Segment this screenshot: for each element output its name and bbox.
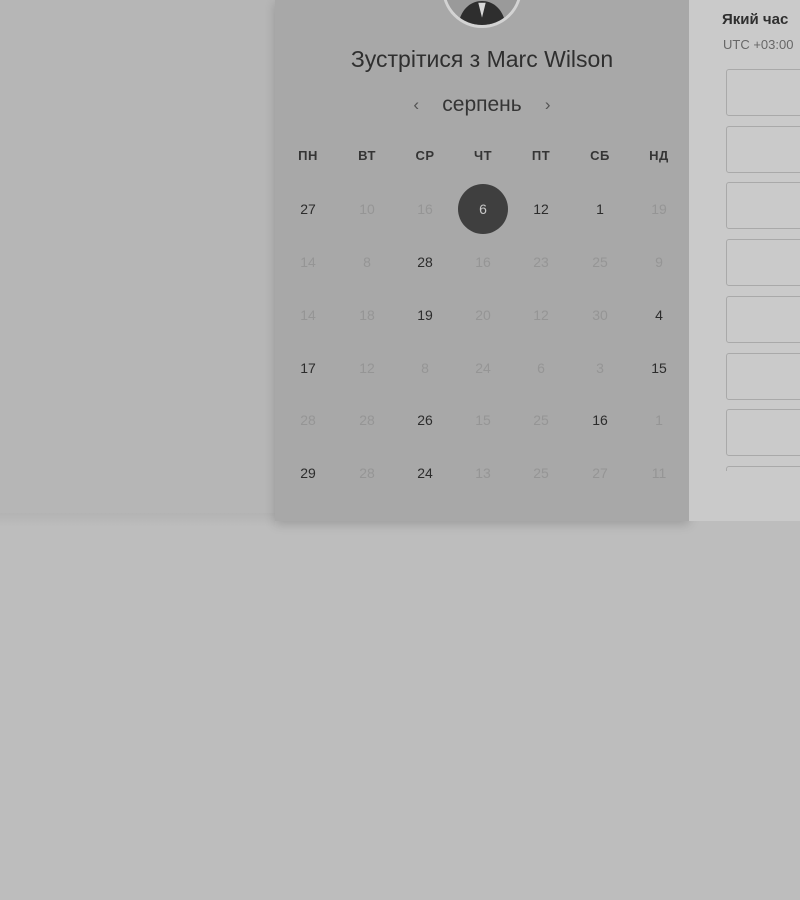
calendar-day: 8 <box>363 254 371 270</box>
calendar-day: 12 <box>533 307 549 323</box>
calendar-day: 20 <box>475 307 491 323</box>
calendar-day: 8 <box>421 360 429 376</box>
calendar-day: 10 <box>359 201 375 217</box>
calendar-day: 24 <box>475 360 491 376</box>
calendar-day: 19 <box>651 201 667 217</box>
calendar-day: 14 <box>300 254 316 270</box>
background-panel <box>0 0 275 527</box>
calendar-day[interactable]: 29 <box>283 448 333 498</box>
calendar-grid: 27 10 16 6 12 1 19 14 8 28 16 23 25 9 14 18 19 20 12 30 4 17 1… <box>275 0 689 521</box>
calendar-day: 13 <box>475 465 491 481</box>
time-heading: Який час <box>722 11 789 28</box>
calendar-day: 15 <box>475 412 491 428</box>
calendar-day: 11 <box>651 465 667 481</box>
calendar-day[interactable]: 27 <box>283 184 333 234</box>
calendar-day: 23 <box>533 254 549 270</box>
calendar-day: 3 <box>596 360 604 376</box>
calendar-day[interactable]: 17 <box>283 343 333 393</box>
calendar-day: 27 <box>592 465 608 481</box>
calendar-day[interactable]: 16 <box>575 395 625 445</box>
calendar-day: 6 <box>537 360 545 376</box>
calendar-day[interactable]: 24 <box>400 448 450 498</box>
time-slot-button[interactable] <box>726 239 800 287</box>
calendar-day: 1 <box>655 412 663 428</box>
calendar-day: 28 <box>359 412 375 428</box>
calendar-day: 28 <box>359 465 375 481</box>
time-slot-button[interactable] <box>726 182 800 230</box>
calendar-day: 28 <box>300 412 316 428</box>
calendar-day[interactable]: 19 <box>400 290 450 340</box>
calendar-day[interactable]: 15 <box>634 343 684 393</box>
calendar-day: 9 <box>655 254 663 270</box>
time-slot-list[interactable] <box>726 69 800 471</box>
calendar-day: 16 <box>417 201 433 217</box>
timezone-label: UTC +03:00 <box>723 37 794 52</box>
calendar-day: 25 <box>533 465 549 481</box>
calendar-day: 16 <box>475 254 491 270</box>
time-slot-button[interactable] <box>726 295 800 343</box>
calendar-day[interactable]: 4 <box>634 290 684 340</box>
time-slot-button[interactable] <box>726 465 800 471</box>
time-slot-button[interactable] <box>726 125 800 173</box>
time-slot-panel: Який час UTC +03:00 <box>689 0 800 521</box>
calendar-day[interactable]: 28 <box>400 237 450 287</box>
calendar-day: 25 <box>592 254 608 270</box>
calendar-day: 18 <box>359 307 375 323</box>
time-slot-button[interactable] <box>726 69 800 116</box>
calendar-day[interactable]: 1 <box>575 184 625 234</box>
calendar-day: 30 <box>592 307 608 323</box>
selected-day[interactable]: 6 <box>458 184 508 234</box>
calendar-day: 25 <box>533 412 549 428</box>
time-slot-button[interactable] <box>726 352 800 400</box>
time-slot-button[interactable] <box>726 409 800 457</box>
calendar-day: 14 <box>300 307 316 323</box>
calendar-day[interactable]: 26 <box>400 395 450 445</box>
calendar-day: 12 <box>359 360 375 376</box>
calendar-day[interactable]: 12 <box>516 184 566 234</box>
calendar-panel: Зустрітися з Marc Wilson ‹ серпень › ПН В… <box>275 0 689 521</box>
